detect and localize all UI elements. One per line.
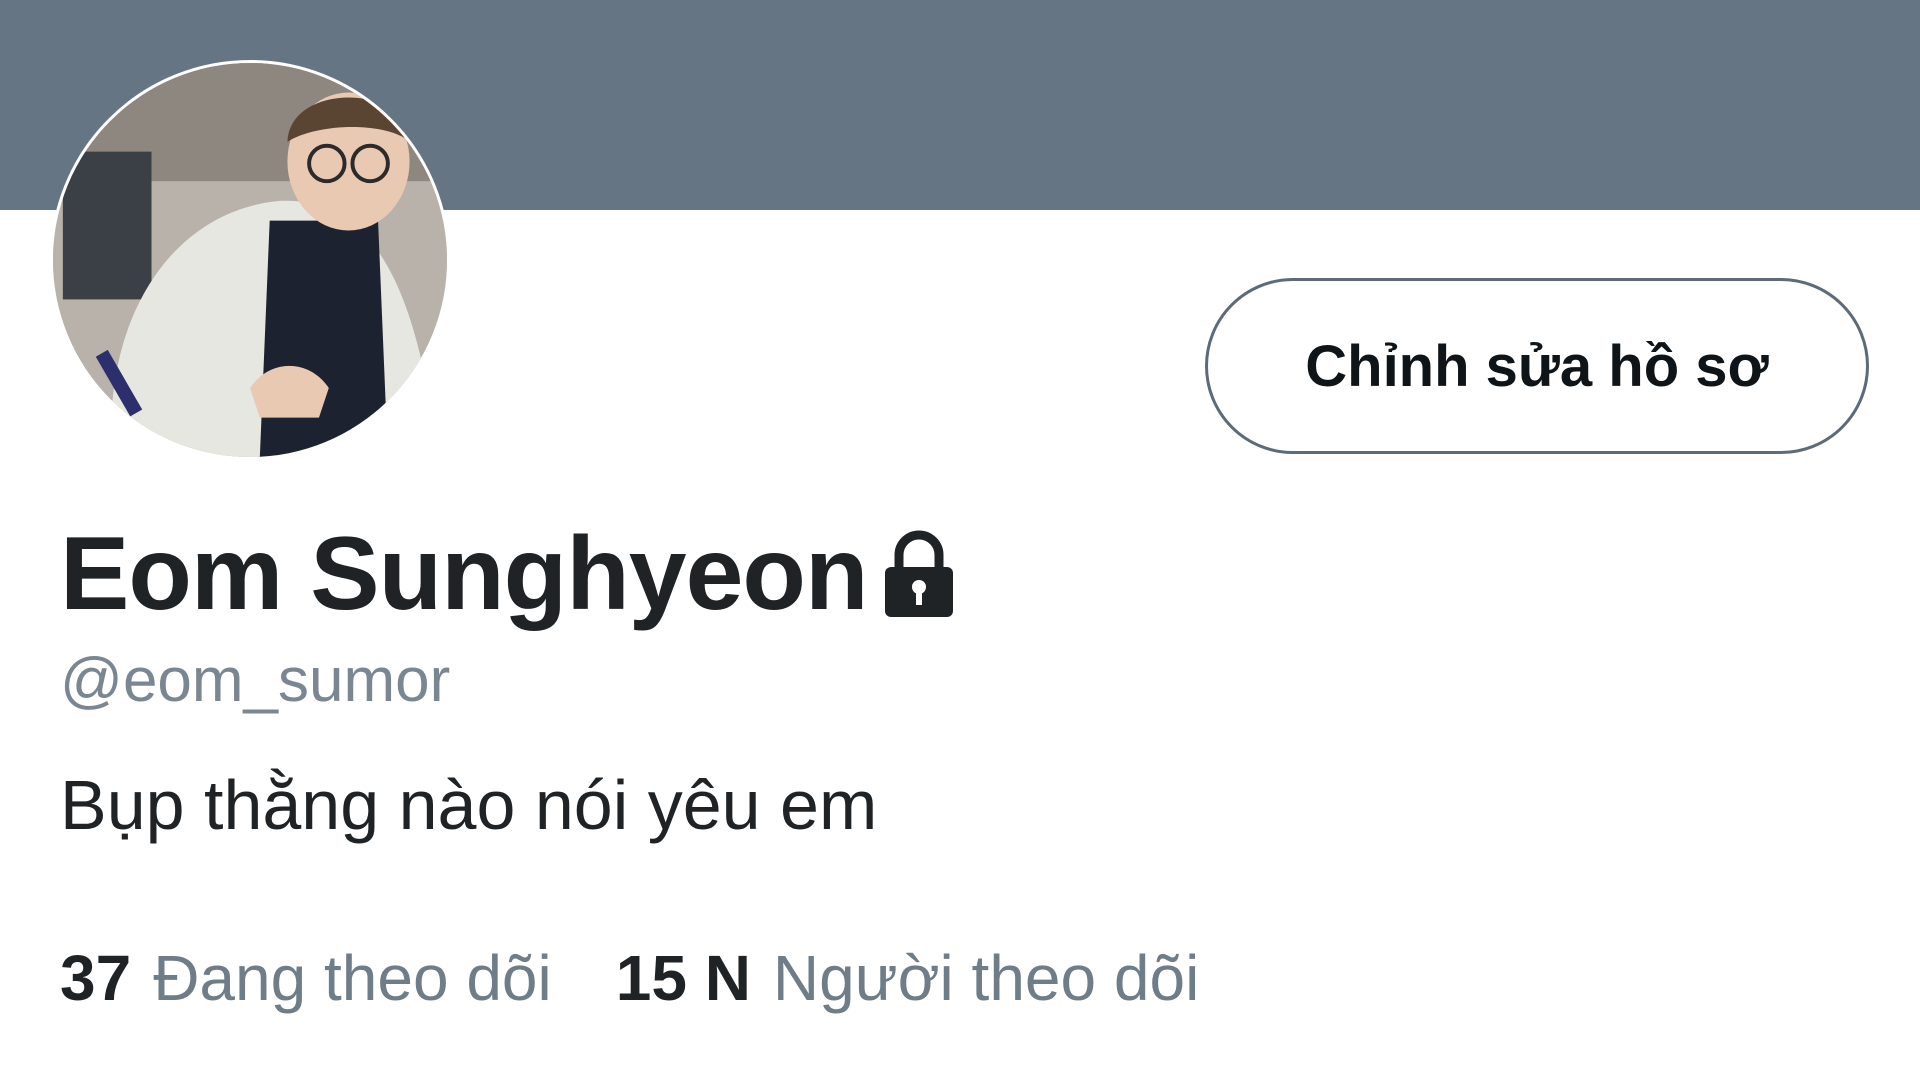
following-count: 37 xyxy=(60,942,132,1014)
avatar[interactable] xyxy=(50,60,450,460)
profile-bio: Bụp thằng nào nói yêu em xyxy=(60,766,878,844)
following-label: Đang theo dõi xyxy=(153,942,552,1014)
profile-stats: 37 Đang theo dõi 15 N Người theo dõi xyxy=(60,946,1199,1010)
edit-profile-button[interactable]: Chỉnh sửa hồ sơ xyxy=(1205,278,1869,454)
following-link[interactable]: 37 Đang theo dõi xyxy=(60,946,552,1010)
followers-label: Người theo dõi xyxy=(772,942,1200,1014)
lock-icon xyxy=(881,529,957,619)
profile-handle: @eom_sumor xyxy=(60,646,451,715)
avatar-photo xyxy=(53,63,447,457)
display-name-text: Eom Sunghyeon xyxy=(60,516,868,632)
followers-link[interactable]: 15 N Người theo dõi xyxy=(616,946,1200,1010)
edit-profile-label: Chỉnh sửa hồ sơ xyxy=(1305,333,1769,399)
profile-name: Eom Sunghyeon xyxy=(60,522,957,626)
followers-count: 15 N xyxy=(615,942,751,1014)
